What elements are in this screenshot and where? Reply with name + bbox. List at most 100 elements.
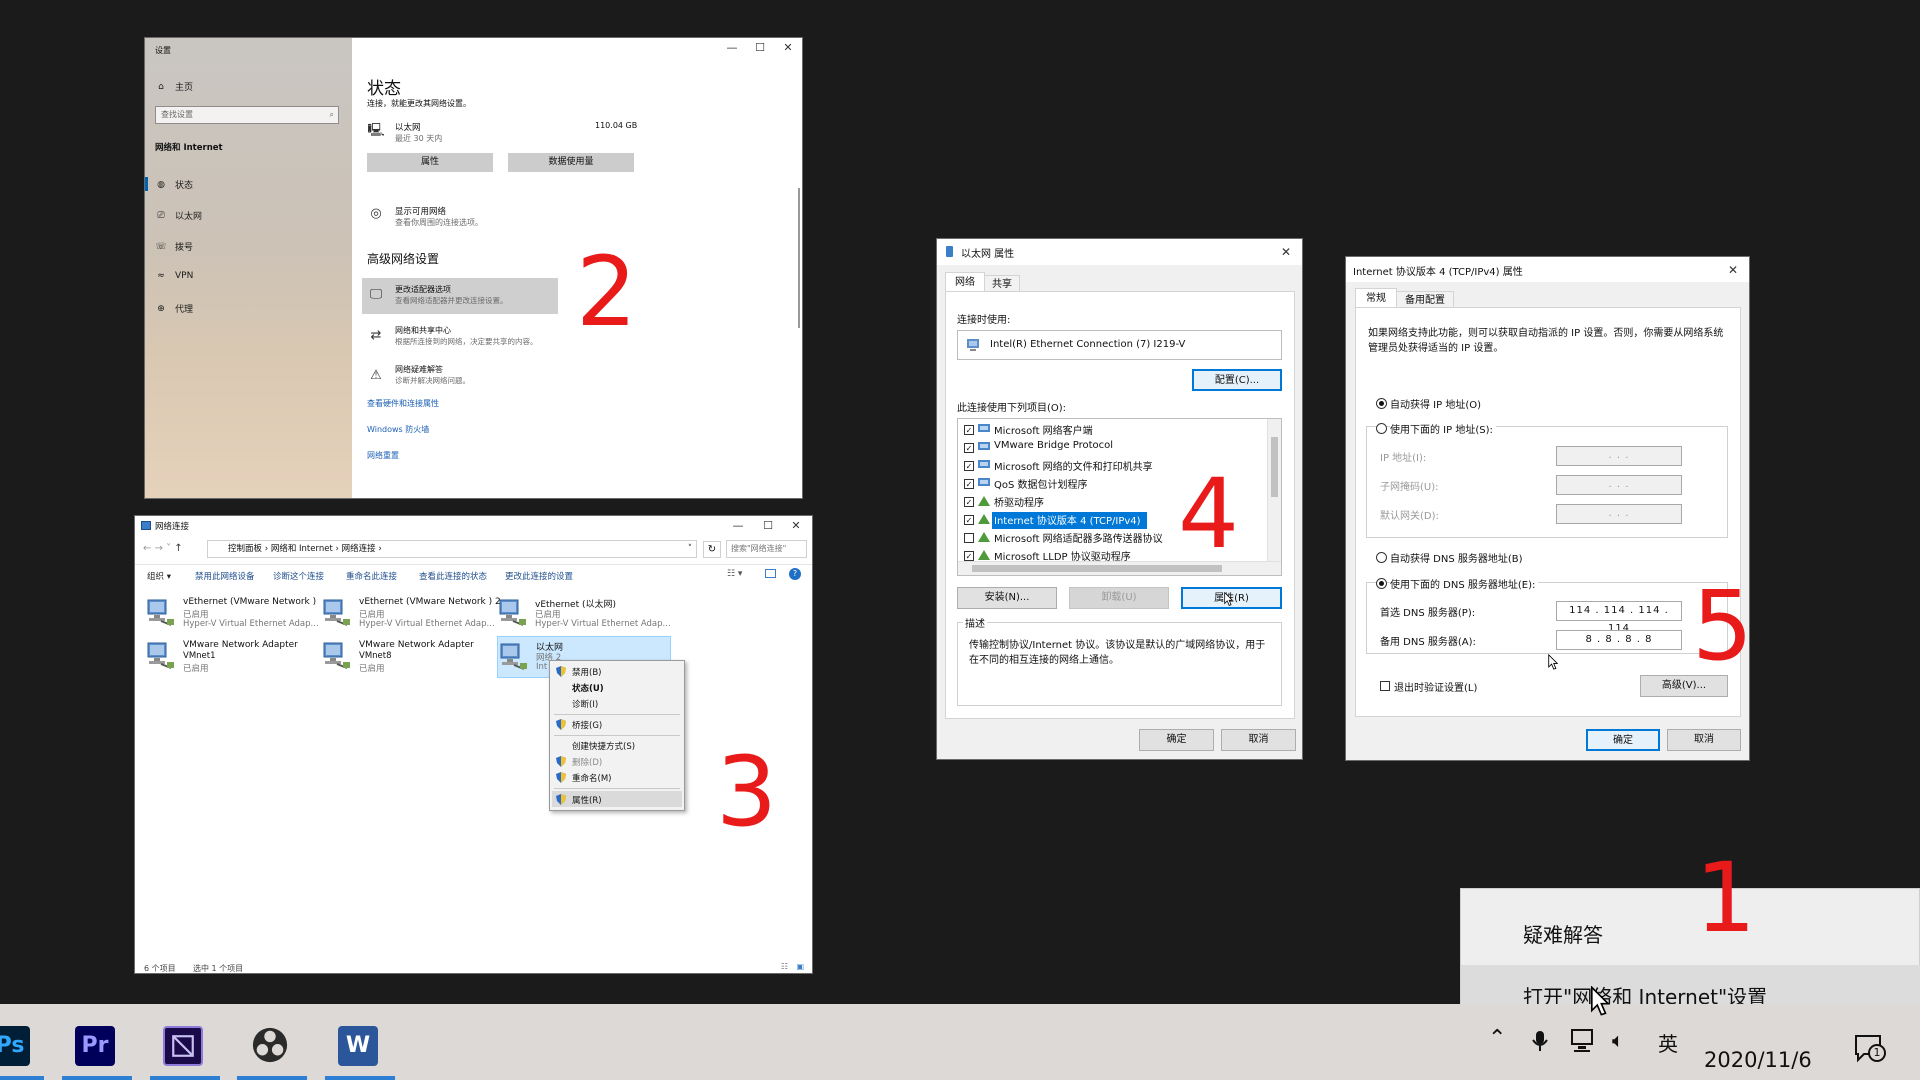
- manual-dns-label[interactable]: 使用下面的 DNS 服务器地址(E):: [1390, 576, 1539, 591]
- notification-center-icon[interactable]: 1: [1854, 1034, 1886, 1064]
- hw-properties-link[interactable]: 查看硬件和连接属性: [367, 398, 439, 409]
- help-icon[interactable]: ?: [789, 568, 801, 580]
- sidebar-item-status[interactable]: ◍ 状态: [155, 178, 193, 192]
- close-button[interactable]: ✕: [782, 516, 810, 536]
- sidebar-item-home[interactable]: ⌂ 主页: [155, 80, 193, 94]
- subnet-mask-field[interactable]: . . .: [1556, 475, 1682, 495]
- alternate-dns-field[interactable]: 8 . 8 . 8 . 8: [1556, 630, 1682, 650]
- auto-dns-radio[interactable]: [1376, 552, 1387, 563]
- address-bar[interactable]: 控制面板 › 网络和 Internet › 网络连接 › ˅: [207, 540, 697, 558]
- close-button[interactable]: ✕: [1272, 242, 1300, 262]
- sidebar-item-ethernet[interactable]: ⎚ 以太网: [155, 209, 202, 223]
- sidebar-item-proxy[interactable]: ⊕ 代理: [155, 302, 193, 316]
- ok-button[interactable]: 确定: [1586, 729, 1660, 751]
- component-checkbox[interactable]: [964, 533, 974, 543]
- explorer-search-input[interactable]: 搜索"网络连接": [726, 540, 807, 558]
- gateway-field[interactable]: . . .: [1556, 504, 1682, 524]
- show-networks-link[interactable]: 显示可用网络: [395, 205, 446, 217]
- component-checkbox[interactable]: ✓: [964, 443, 974, 453]
- cancel-button[interactable]: 取消: [1221, 729, 1296, 751]
- change-settings-button[interactable]: 更改此连接的设置: [505, 570, 573, 582]
- menu-item-troubleshoot[interactable]: 疑难解答: [1523, 919, 1603, 948]
- menu-item-properties[interactable]: 属性(R): [572, 794, 602, 806]
- troubleshoot-link[interactable]: 网络疑难解答: [395, 364, 443, 375]
- show-hidden-icons-chevron-icon[interactable]: ⌃: [1488, 1026, 1506, 1051]
- rename-button[interactable]: 重命名此连接: [346, 570, 397, 582]
- network-reset-link[interactable]: 网络重置: [367, 450, 399, 461]
- manual-ip-radio[interactable]: [1376, 423, 1387, 434]
- manual-dns-radio[interactable]: [1376, 578, 1387, 589]
- breadcrumb-item[interactable]: 控制面板: [228, 544, 262, 554]
- tab-sharing[interactable]: 共享: [984, 275, 1020, 292]
- ime-indicator[interactable]: 英: [1658, 1028, 1678, 1057]
- tab-general[interactable]: 常规: [1355, 288, 1397, 308]
- menu-item-disable[interactable]: 禁用(B): [572, 666, 601, 678]
- validate-label[interactable]: 退出时验证设置(L): [1394, 679, 1477, 694]
- adapter-vethernet-vmware[interactable]: vEthernet (VMware Network ) 已启用 Hyper-V …: [145, 595, 320, 633]
- close-button[interactable]: ✕: [774, 38, 802, 58]
- view-options-icon[interactable]: ☷ ▾: [727, 569, 742, 579]
- view-status-button[interactable]: 查看此连接的状态: [419, 570, 487, 582]
- settings-search-input[interactable]: 查找设置 ⌕: [155, 106, 339, 124]
- media-encoder-app-icon[interactable]: [163, 1026, 203, 1066]
- component-checkbox[interactable]: ✓: [964, 479, 974, 489]
- adapter-vethernet-vmware-2[interactable]: vEthernet (VMware Network ) 2 已启用 Hyper-…: [321, 595, 501, 633]
- menu-item-delete[interactable]: 删除(D): [572, 756, 602, 768]
- properties-button[interactable]: 属性: [367, 153, 493, 172]
- adapter-vethernet-ethernet[interactable]: vEthernet (以太网) 已启用 Hyper-V Virtual Ethe…: [497, 595, 672, 633]
- ip-address-field[interactable]: . . .: [1556, 446, 1682, 466]
- network-tray-icon[interactable]: [1570, 1028, 1598, 1054]
- diagnose-button[interactable]: 诊断这个连接: [273, 570, 324, 582]
- configure-button[interactable]: 配置(C)...: [1192, 369, 1282, 391]
- word-app-icon[interactable]: W: [338, 1026, 378, 1066]
- component-checkbox[interactable]: ✓: [964, 515, 974, 525]
- maximize-button[interactable]: ☐: [754, 516, 782, 536]
- minimize-button[interactable]: —: [724, 516, 752, 536]
- menu-item-shortcut[interactable]: 创建快捷方式(S): [572, 740, 635, 752]
- cancel-button[interactable]: 取消: [1667, 729, 1741, 751]
- volume-icon[interactable]: 🔈︎: [1612, 1028, 1624, 1052]
- ok-button[interactable]: 确定: [1139, 729, 1214, 751]
- menu-item-diagnose[interactable]: 诊断(I): [572, 698, 598, 710]
- microphone-icon[interactable]: [1532, 1030, 1548, 1052]
- nav-arrows[interactable]: ← → ˅ ↑: [143, 543, 183, 554]
- validate-checkbox[interactable]: [1380, 681, 1390, 691]
- tiles-view-icon[interactable]: ▣: [796, 962, 804, 971]
- component-checkbox[interactable]: ✓: [964, 497, 974, 507]
- breadcrumb-item[interactable]: 网络连接: [342, 544, 376, 554]
- sharing-center-link[interactable]: 网络和共享中心: [395, 325, 451, 336]
- menu-item-rename[interactable]: 重命名(M): [572, 772, 611, 784]
- auto-dns-label[interactable]: 自动获得 DNS 服务器地址(B): [1390, 550, 1523, 565]
- adapter-vmnet8[interactable]: VMware Network Adapter VMnet8 已启用: [321, 638, 496, 676]
- component-checkbox[interactable]: ✓: [964, 425, 974, 435]
- install-button[interactable]: 安装(N)...: [957, 587, 1057, 609]
- tab-alternate[interactable]: 备用配置: [1396, 291, 1454, 308]
- preview-pane-icon[interactable]: [765, 569, 776, 578]
- clock-date[interactable]: 2020/11/6: [1704, 1048, 1812, 1072]
- adapter-options-link[interactable]: 更改适配器选项: [395, 284, 451, 295]
- component-checkbox[interactable]: ✓: [964, 551, 974, 561]
- menu-item-bridge[interactable]: 桥接(G): [572, 719, 602, 731]
- adapter-vmnet1[interactable]: VMware Network Adapter VMnet1 已启用: [145, 638, 320, 676]
- obs-app-icon[interactable]: [250, 1026, 290, 1066]
- data-usage-button[interactable]: 数据使用量: [508, 153, 634, 172]
- details-view-icon[interactable]: ☷: [781, 962, 788, 971]
- preferred-dns-field[interactable]: 114 . 114 . 114 . 114: [1556, 601, 1682, 634]
- organize-menu[interactable]: 组织 ▾: [147, 570, 171, 582]
- photoshop-app-icon[interactable]: Ps: [0, 1026, 30, 1066]
- sidebar-item-dialup[interactable]: ☏ 拨号: [155, 240, 193, 254]
- menu-item-status[interactable]: 状态(U): [572, 682, 604, 694]
- refresh-icon[interactable]: ↻: [703, 541, 721, 558]
- uninstall-button[interactable]: 卸载(U): [1069, 587, 1169, 609]
- auto-ip-label[interactable]: 自动获得 IP 地址(O): [1390, 396, 1481, 411]
- maximize-button[interactable]: ☐: [746, 38, 774, 58]
- component-checkbox[interactable]: ✓: [964, 461, 974, 471]
- list-vscrollbar[interactable]: [1267, 419, 1281, 563]
- close-button[interactable]: ✕: [1719, 260, 1747, 280]
- tab-network[interactable]: 网络: [945, 272, 985, 292]
- sidebar-item-vpn[interactable]: ≈ VPN: [155, 271, 193, 281]
- settings-scrollbar[interactable]: [798, 188, 800, 328]
- breadcrumb-item[interactable]: 网络和 Internet: [271, 544, 333, 554]
- disable-device-button[interactable]: 禁用此网络设备: [195, 570, 255, 582]
- firewall-link[interactable]: Windows 防火墙: [367, 424, 429, 435]
